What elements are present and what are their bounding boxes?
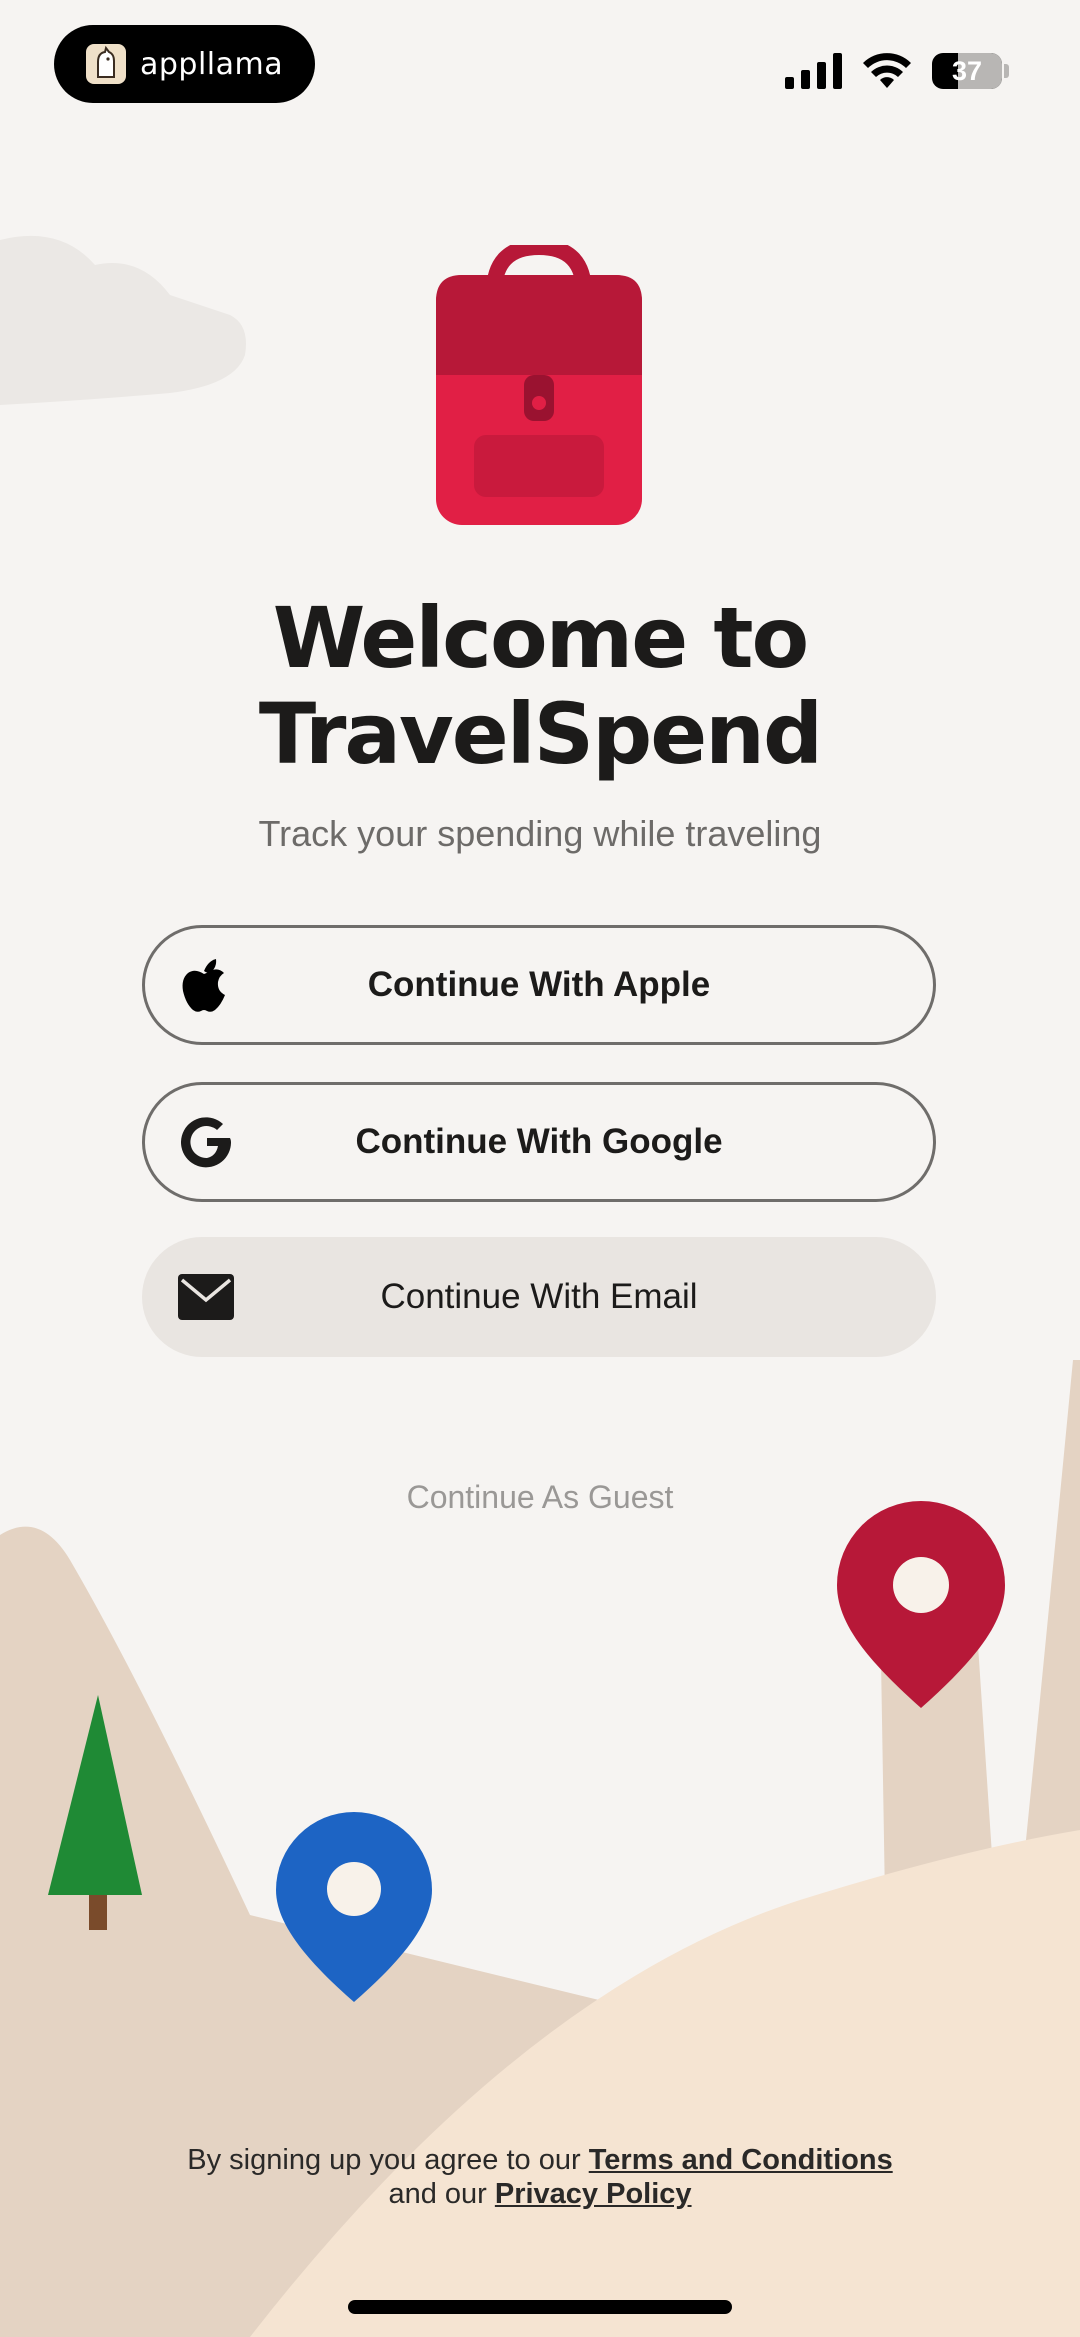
google-button-label: Continue With Google <box>355 1122 723 1161</box>
legal-middle: and our <box>388 2178 487 2210</box>
battery-cap <box>1004 64 1009 78</box>
mail-icon <box>178 1274 234 1320</box>
welcome-title-line1: Welcome to <box>272 589 810 687</box>
legal-prefix: By signing up you agree to our <box>187 2144 581 2176</box>
hill-cliff-right <box>1025 1360 1080 1850</box>
cellular-signal-icon <box>785 53 842 89</box>
continue-with-google-button[interactable]: Continue With Google <box>142 1082 936 1202</box>
backpack-icon <box>436 245 642 525</box>
welcome-title: Welcome to TravelSpend <box>0 590 1080 782</box>
legal-notice: By signing up you agree to our Terms and… <box>0 2143 1080 2211</box>
wifi-icon <box>863 53 911 88</box>
terms-and-conditions-link[interactable]: Terms and Conditions <box>589 2144 893 2176</box>
apple-button-label: Continue With Apple <box>367 965 711 1004</box>
apple-icon <box>182 959 225 1012</box>
email-button-label: Continue With Email <box>380 1277 698 1316</box>
cloud-icon <box>0 235 246 405</box>
appllama-badge: appllama <box>54 25 315 103</box>
welcome-title-line2: TravelSpend <box>258 685 823 783</box>
google-icon <box>181 1117 232 1168</box>
badge-label: appllama <box>140 46 284 82</box>
privacy-policy-link[interactable]: Privacy Policy <box>495 2178 692 2210</box>
continue-with-apple-button[interactable]: Continue With Apple <box>142 925 936 1045</box>
welcome-subtitle: Track your spending while traveling <box>258 813 822 854</box>
home-indicator <box>348 2300 732 2314</box>
battery-indicator: 37 <box>932 53 1002 89</box>
battery-level: 37 <box>951 56 983 86</box>
continue-with-email-button[interactable]: Continue With Email <box>142 1237 936 1357</box>
llama-logo-icon <box>86 44 126 84</box>
continue-as-guest-link[interactable]: Continue As Guest <box>0 1479 1080 1516</box>
